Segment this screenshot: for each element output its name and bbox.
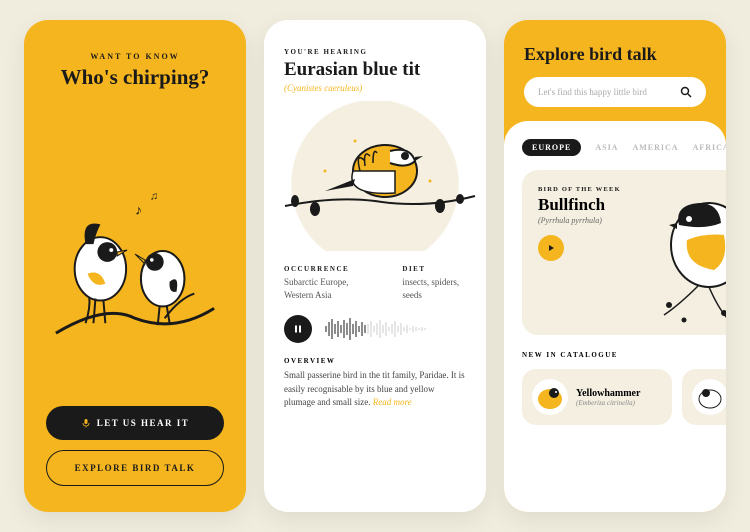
card-scientific: (Emberiza citrinella): [576, 399, 640, 407]
catalogue-card[interactable]: Yellowhammer (Emberiza citrinella): [522, 369, 672, 425]
tab-europe[interactable]: EUROPE: [522, 139, 581, 156]
read-more-link[interactable]: Read more: [373, 397, 412, 407]
play-icon: [546, 243, 556, 253]
listen-button[interactable]: LET US HEAR IT: [46, 406, 224, 440]
search-placeholder: Let's find this happy little bird: [538, 87, 647, 97]
overview-text: Small passerine bird in the tit family, …: [284, 369, 466, 410]
screen-now-playing: YOU'RE HEARING Eurasian blue tit (Cyanis…: [264, 20, 486, 512]
search-icon: [680, 86, 692, 98]
eyebrow: WANT TO KNOW: [90, 52, 179, 61]
catalogue-card[interactable]: [682, 369, 726, 425]
search-input[interactable]: Let's find this happy little bird: [524, 77, 706, 107]
explore-button[interactable]: EXPLORE BIRD TALK: [46, 450, 224, 486]
eyebrow: YOU'RE HEARING: [284, 48, 466, 56]
bird-name: Eurasian blue tit: [284, 59, 466, 81]
overview-label: OVERVIEW: [284, 357, 466, 365]
occurrence-label: OCCURRENCE: [284, 265, 376, 273]
page-title: Who's chirping?: [61, 65, 210, 90]
bird-thumbnail: [532, 379, 568, 415]
diet-value: insects, spiders, seeds: [402, 276, 466, 301]
pause-button[interactable]: [284, 315, 312, 343]
play-button[interactable]: [538, 235, 564, 261]
bird-illustration: [264, 101, 486, 251]
new-catalogue-label: NEW IN CATALOGUE: [522, 351, 726, 359]
explore-button-label: EXPLORE BIRD TALK: [75, 463, 196, 473]
birds-illustration: ♪ ♫: [46, 102, 224, 406]
region-tabs: EUROPE ASIA AMERICA AFRICA AUS: [522, 139, 726, 156]
screen-explore: Explore bird talk Let's find this happy …: [504, 20, 726, 512]
bird-of-the-week-card[interactable]: BIRD OF THE WEEK Bullfinch (Pyrrhula pyr…: [522, 170, 726, 335]
pause-icon: [293, 324, 303, 334]
page-title: Explore bird talk: [524, 44, 706, 65]
scientific-name: (Cyanistes caeruleus): [284, 83, 466, 93]
listen-button-label: LET US HEAR IT: [97, 418, 190, 428]
occurrence-value: Subarctic Europe, Western Asia: [284, 276, 376, 301]
svg-text:♪: ♪: [135, 202, 142, 217]
bullfinch-illustration: [629, 175, 726, 335]
tab-america[interactable]: AMERICA: [632, 139, 678, 156]
svg-text:♫: ♫: [150, 191, 158, 203]
waveform[interactable]: [322, 316, 466, 342]
mic-icon: [81, 418, 91, 428]
screen-onboarding: WANT TO KNOW Who's chirping? ♪ ♫: [24, 20, 246, 512]
card-name: Yellowhammer: [576, 388, 640, 399]
tab-asia[interactable]: ASIA: [595, 139, 618, 156]
diet-label: DIET: [402, 265, 466, 273]
tab-africa[interactable]: AFRICA: [693, 139, 726, 156]
bird-thumbnail: [692, 379, 726, 415]
